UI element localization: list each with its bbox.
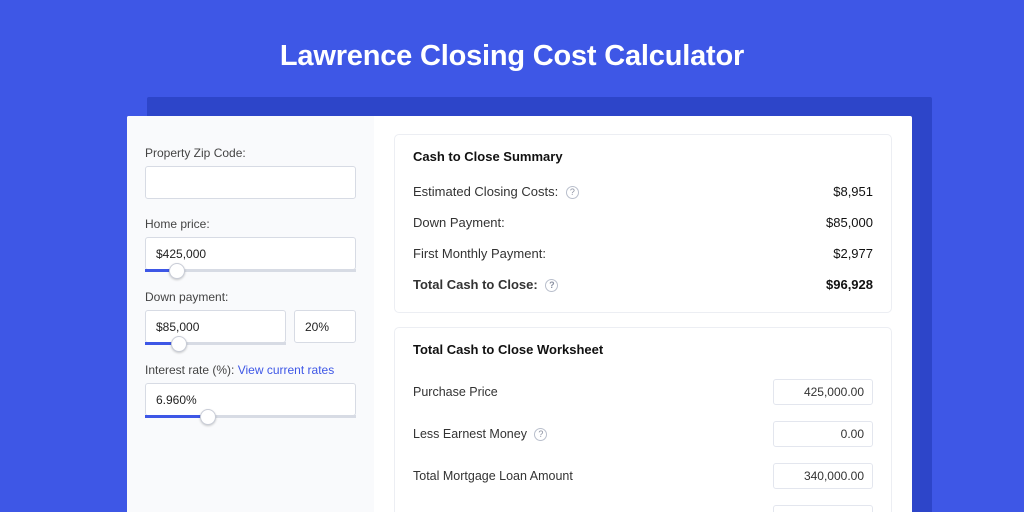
worksheet-row-purchase-price: Purchase Price — [413, 371, 873, 413]
interest-label: Interest rate (%): — [145, 363, 234, 377]
help-icon[interactable]: ? — [566, 186, 579, 199]
down-payment-field: Down payment: — [145, 290, 356, 345]
worksheet-card: Total Cash to Close Worksheet Purchase P… — [394, 327, 892, 512]
summary-estimated-closing-label: Estimated Closing Costs: — [413, 184, 558, 199]
interest-slider[interactable] — [145, 415, 356, 418]
zip-field: Property Zip Code: — [145, 146, 356, 199]
slider-thumb-icon[interactable] — [200, 409, 216, 425]
worksheet-purchase-price-label: Purchase Price — [413, 385, 498, 399]
slider-thumb-icon[interactable] — [171, 336, 187, 352]
summary-row-first-monthly: First Monthly Payment: $2,977 — [413, 240, 873, 271]
worksheet-mortgage-amount-input[interactable] — [773, 463, 873, 489]
summary-title: Cash to Close Summary — [413, 149, 873, 164]
home-price-slider[interactable] — [145, 269, 356, 272]
worksheet-row-second-mortgage: Total Second Mortgage Amount ? — [413, 497, 873, 512]
zip-label: Property Zip Code: — [145, 146, 356, 160]
summary-row-total-cash: Total Cash to Close: ? $96,928 — [413, 271, 873, 302]
summary-down-payment-label: Down Payment: — [413, 215, 505, 230]
slider-thumb-icon[interactable] — [169, 263, 185, 279]
interest-field: Interest rate (%): View current rates — [145, 363, 356, 418]
summary-row-down-payment: Down Payment: $85,000 — [413, 209, 873, 240]
worksheet-row-earnest-money: Less Earnest Money ? — [413, 413, 873, 455]
help-icon[interactable]: ? — [534, 428, 547, 441]
results-column: Cash to Close Summary Estimated Closing … — [374, 116, 912, 512]
down-payment-label: Down payment: — [145, 290, 356, 304]
home-price-field: Home price: — [145, 217, 356, 272]
page-title: Lawrence Closing Cost Calculator — [0, 0, 1024, 73]
calculator-panel: Property Zip Code: Home price: Down paym… — [127, 116, 912, 512]
summary-total-cash-label: Total Cash to Close: — [413, 277, 538, 292]
summary-card: Cash to Close Summary Estimated Closing … — [394, 134, 892, 313]
view-rates-link[interactable]: View current rates — [238, 363, 335, 377]
down-payment-slider[interactable] — [145, 342, 286, 345]
summary-total-cash-value: $96,928 — [826, 277, 873, 292]
summary-first-monthly-label: First Monthly Payment: — [413, 246, 546, 261]
down-payment-input[interactable] — [145, 310, 286, 343]
worksheet-mortgage-amount-label: Total Mortgage Loan Amount — [413, 469, 573, 483]
worksheet-second-mortgage-input[interactable] — [773, 505, 873, 512]
interest-input[interactable] — [145, 383, 356, 416]
worksheet-earnest-money-input[interactable] — [773, 421, 873, 447]
inputs-column: Property Zip Code: Home price: Down paym… — [127, 116, 374, 512]
worksheet-row-mortgage-amount: Total Mortgage Loan Amount — [413, 455, 873, 497]
worksheet-earnest-money-label: Less Earnest Money — [413, 427, 527, 441]
summary-estimated-closing-value: $8,951 — [833, 184, 873, 199]
zip-input[interactable] — [145, 166, 356, 199]
home-price-label: Home price: — [145, 217, 356, 231]
help-icon[interactable]: ? — [545, 279, 558, 292]
summary-down-payment-value: $85,000 — [826, 215, 873, 230]
worksheet-purchase-price-input[interactable] — [773, 379, 873, 405]
summary-first-monthly-value: $2,977 — [833, 246, 873, 261]
worksheet-title: Total Cash to Close Worksheet — [413, 342, 873, 357]
summary-row-estimated-closing: Estimated Closing Costs: ? $8,951 — [413, 178, 873, 209]
down-payment-pct-input[interactable] — [294, 310, 356, 343]
